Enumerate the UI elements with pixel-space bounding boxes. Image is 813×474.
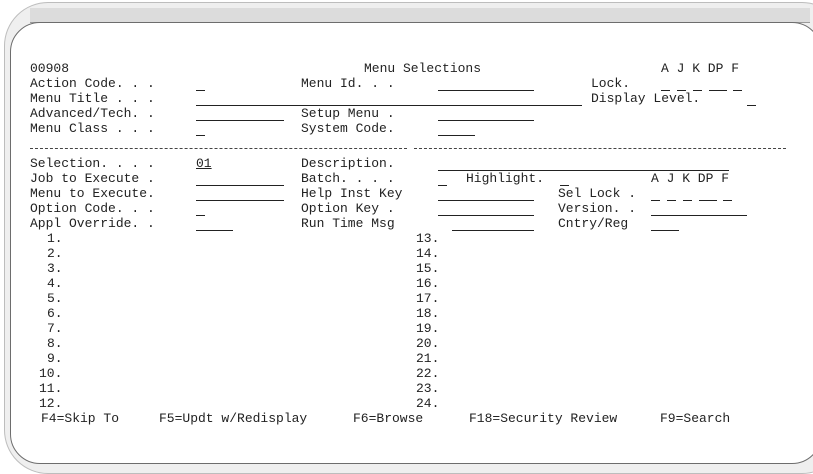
menu-to-execute-field[interactable] <box>196 200 284 201</box>
selection-number-right: 19. <box>416 321 440 336</box>
system-code-label: System Code. <box>301 121 395 136</box>
menu-class-label: Menu Class . . . <box>30 121 155 136</box>
action-code-field[interactable] <box>196 90 205 91</box>
cntry-reg-field[interactable] <box>651 230 679 231</box>
appl-override-label: Appl Override. . <box>30 216 155 231</box>
terminal-screen: 00908 Menu Selections A J K DP F Action … <box>10 22 813 464</box>
selection-number-right: 20. <box>416 336 440 351</box>
advanced-tech-label: Advanced/Tech. . <box>30 106 155 121</box>
sel-lock-flag-j[interactable] <box>667 200 676 201</box>
sel-lock-flag-a[interactable] <box>651 200 660 201</box>
setup-menu-field[interactable] <box>438 120 534 121</box>
selection-number-left: 8. <box>47 336 63 351</box>
cntry-reg-label: Cntry/Reg <box>558 216 629 231</box>
flag-legend: A J K DP F <box>661 61 740 76</box>
menu-id-label: Menu Id. . . <box>301 76 395 91</box>
selection-number-right: 21. <box>416 351 440 366</box>
selection-number-right: 17. <box>416 291 440 306</box>
selection-number-right: 22. <box>416 366 440 381</box>
f4-skip-to-key[interactable]: F4=Skip To <box>41 411 119 426</box>
version-label: Version. . <box>558 201 637 216</box>
setup-menu-label: Setup Menu . <box>301 106 395 121</box>
job-to-execute-label: Job to Execute . <box>30 171 155 186</box>
selection-number-left: 11. <box>39 381 63 396</box>
selection-number-left: 7. <box>47 321 63 336</box>
option-key-label: Option Key . <box>301 201 395 216</box>
selection-label: Selection. . . . <box>30 156 155 171</box>
advanced-tech-field[interactable] <box>196 120 284 121</box>
action-code-label: Action Code. . . <box>30 76 155 91</box>
display-level-field[interactable] <box>747 105 756 106</box>
selection-number-left: 5. <box>47 291 63 306</box>
selection-number-left: 12. <box>39 396 63 411</box>
sel-lock-label: Sel Lock . <box>558 186 637 201</box>
selection-number-right: 24. <box>416 396 440 411</box>
program-id: 00908 <box>30 61 70 76</box>
selection-number-right: 16. <box>416 276 440 291</box>
f6-browse-key[interactable]: F6=Browse <box>353 411 423 426</box>
lock-flag-dp[interactable] <box>709 90 727 91</box>
option-code-label: Option Code. . . <box>30 201 155 216</box>
f9-search-key[interactable]: F9=Search <box>660 411 730 426</box>
sel-lock-flag-k[interactable] <box>683 200 692 201</box>
highlight-label: Highlight. <box>466 171 545 186</box>
selection-number-left: 4. <box>47 276 63 291</box>
selection-number-left: 2. <box>47 246 63 261</box>
run-time-msg-label: Run Time Msg <box>301 216 395 231</box>
selection-number-left: 10. <box>39 366 63 381</box>
sel-lock-flag-dp[interactable] <box>699 200 717 201</box>
batch-field[interactable] <box>438 185 447 186</box>
monitor-top-edge <box>30 8 810 23</box>
detail-flag-legend: A J K DP F <box>651 171 730 186</box>
sel-lock-flag-f[interactable] <box>723 200 732 201</box>
description-label: Description. <box>301 156 395 171</box>
job-to-execute-field[interactable] <box>196 185 284 186</box>
appl-override-field[interactable] <box>196 230 233 231</box>
menu-id-field[interactable] <box>438 90 534 91</box>
batch-label: Batch. . . . <box>301 171 395 186</box>
selection-number-right: 15. <box>416 261 440 276</box>
option-key-field[interactable] <box>438 215 534 216</box>
lock-flag-f[interactable] <box>733 90 742 91</box>
menu-title-label: Menu Title . . . <box>30 91 155 106</box>
selection-number-left: 9. <box>47 351 63 366</box>
selection-field[interactable]: 01 <box>196 156 212 171</box>
menu-to-execute-label: Menu to Execute. <box>30 186 155 201</box>
selection-number-right: 13. <box>416 231 440 246</box>
f5-update-redisplay-key[interactable]: F5=Updt w/Redisplay <box>159 411 307 426</box>
help-inst-key-label: Help Inst Key <box>301 186 403 201</box>
selection-number-right: 18. <box>416 306 440 321</box>
selection-number-left: 3. <box>47 261 63 276</box>
help-inst-key-field[interactable] <box>438 200 534 201</box>
menu-class-field[interactable] <box>196 135 205 136</box>
option-code-field[interactable] <box>196 215 205 216</box>
selection-number-left: 6. <box>47 306 63 321</box>
separator-right <box>414 148 786 149</box>
selection-number-right: 14. <box>416 246 440 261</box>
lock-label: Lock. <box>591 76 631 91</box>
version-field[interactable] <box>651 215 747 216</box>
separator-left <box>30 148 407 149</box>
display-level-label: Display Level. <box>591 91 701 106</box>
selection-number-right: 23. <box>416 381 440 396</box>
selection-number-left: 1. <box>47 231 63 246</box>
f18-security-review-key[interactable]: F18=Security Review <box>469 411 617 426</box>
screen-title: Menu Selections <box>364 61 482 76</box>
run-time-msg-field[interactable] <box>452 230 534 231</box>
system-code-field[interactable] <box>438 135 475 136</box>
